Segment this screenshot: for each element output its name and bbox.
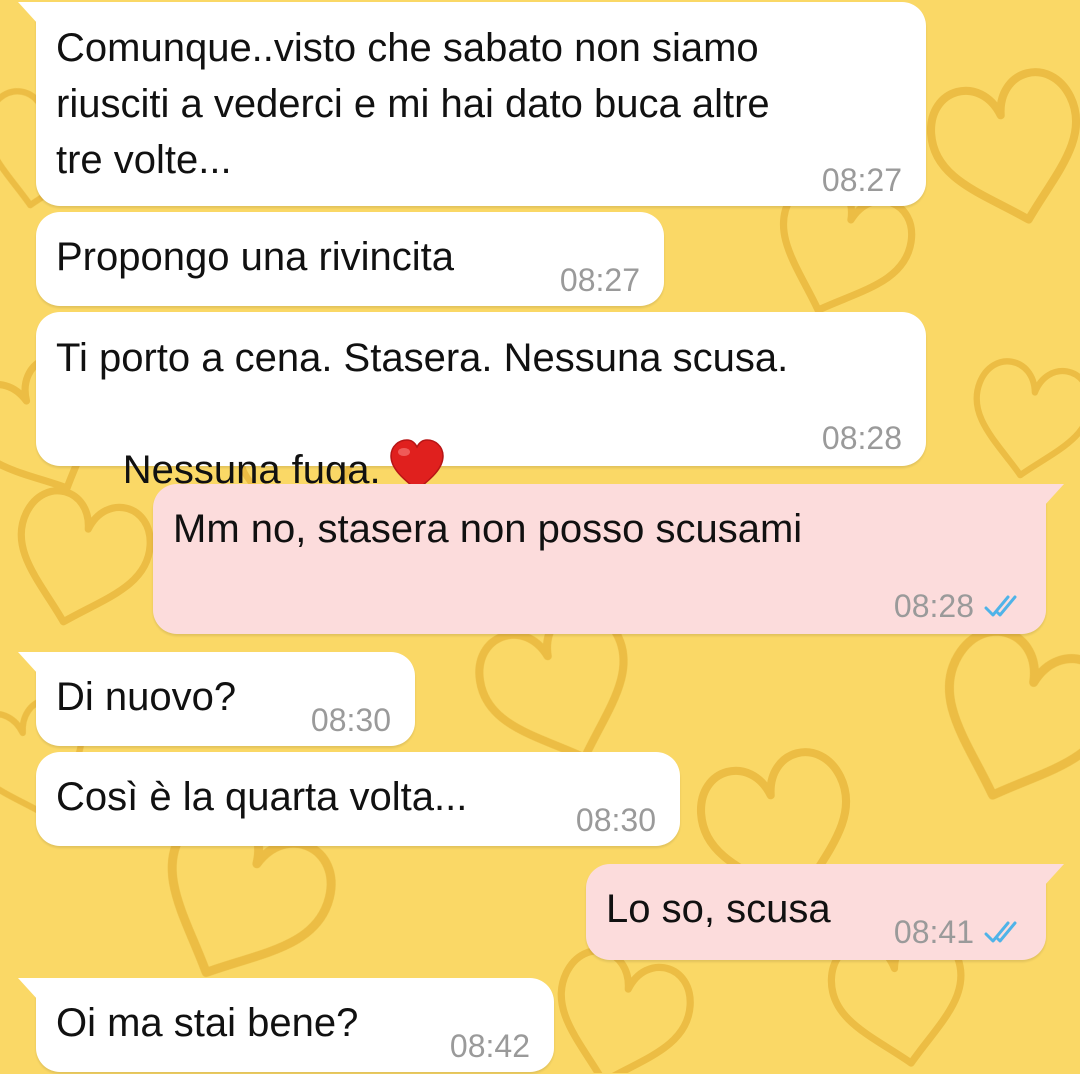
message-text-line: Lo so, scusa [606, 887, 831, 931]
message-bubble-incoming[interactable]: Ti porto a cena. Stasera. Nessuna scusa.… [36, 312, 926, 492]
message-timestamp: 08:30 [575, 802, 656, 838]
bubble-tail [1044, 484, 1064, 506]
message-timestamp: 08:42 [449, 1028, 530, 1064]
message-meta: 08:28 [894, 578, 1024, 634]
message-text-line: Propongo una rivincita [56, 235, 455, 279]
message-bubble-incoming[interactable]: Così è la quarta volta... 08:30 [36, 752, 680, 846]
message-meta: 08:27 [822, 152, 902, 208]
message-bubble-outgoing[interactable]: Lo so, scusa 08:41 [586, 864, 1064, 960]
message-text-line: Oi ma stai bene? [56, 1001, 359, 1045]
read-receipt-double-check-icon [984, 921, 1017, 943]
message-text-line: Ti porto a cena. Stasera. Nessuna scusa. [56, 336, 789, 380]
bubble-tail [18, 2, 38, 24]
read-receipt-double-check-icon [984, 595, 1017, 617]
message-bubble-outgoing[interactable]: Mm no, stasera non posso scusami 08:28 [153, 484, 1064, 634]
message-timestamp: 08:28 [893, 588, 974, 624]
message-bubble-incoming[interactable]: Oi ma stai bene? 08:42 [18, 978, 554, 1074]
message-text-line: tre volte... [56, 138, 232, 182]
message-bubble-incoming[interactable]: Propongo una rivincita 08:27 [36, 212, 664, 306]
message-timestamp: 08:30 [310, 702, 391, 738]
message-text-line: Di nuovo? [56, 675, 237, 719]
message-text-line: riusciti a vederci e mi hai dato buca al… [56, 82, 770, 126]
bubble-tail [1044, 864, 1064, 886]
message-timestamp: 08:27 [821, 162, 902, 198]
message-timestamp: 08:27 [559, 262, 640, 298]
message-text-line: Comunque..visto che sabato non siamo [56, 26, 759, 70]
message-text-line: Mm no, stasera non posso scusami [173, 507, 803, 551]
message-meta: 08:27 [560, 252, 640, 308]
message-bubble-incoming[interactable]: Di nuovo? 08:30 [18, 652, 415, 748]
message-meta: 08:28 [822, 410, 902, 466]
bubble-tail [18, 978, 38, 1000]
bubble-tail [18, 652, 38, 674]
message-meta: 08:42 [450, 1018, 530, 1074]
message-meta: 08:41 [894, 904, 1024, 960]
message-meta: 08:30 [576, 792, 656, 848]
chat-message-list[interactable]: Comunque..visto che sabato non siamo riu… [0, 0, 1080, 1073]
message-bubble-incoming[interactable]: Comunque..visto che sabato non siamo riu… [18, 2, 926, 208]
message-timestamp: 08:41 [893, 914, 974, 950]
message-meta: 08:30 [311, 692, 391, 748]
message-timestamp: 08:28 [821, 420, 902, 456]
message-text-line: Così è la quarta volta... [56, 775, 468, 819]
